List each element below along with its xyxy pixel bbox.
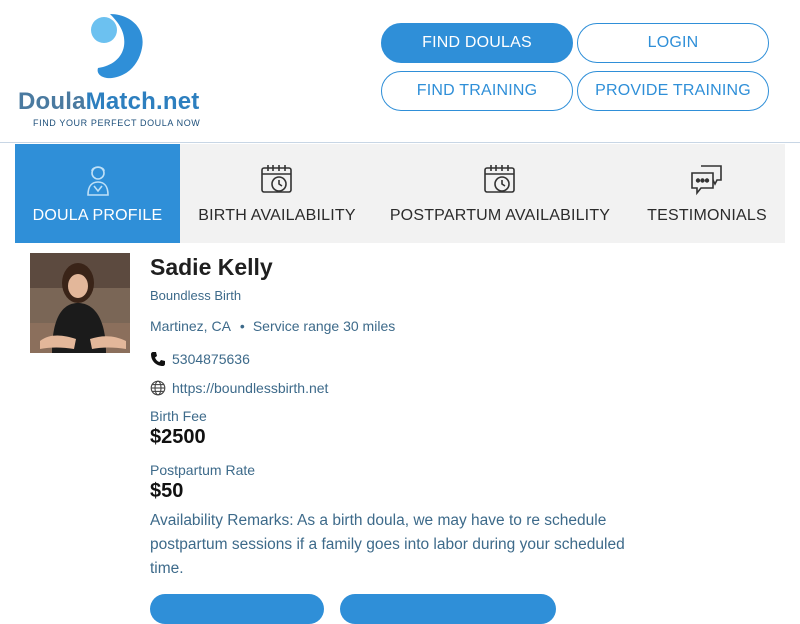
birth-fee-label: Birth Fee	[150, 408, 207, 424]
tab-birth-availability[interactable]: BIRTH AVAILABILITY	[190, 144, 364, 243]
tab-label: POSTPARTUM AVAILABILITY	[389, 207, 611, 224]
find-doulas-button[interactable]: FIND DOULAS	[381, 23, 573, 63]
website-row[interactable]: https://boundlessbirth.net	[150, 380, 328, 396]
calendar-clock-icon	[261, 165, 292, 193]
phone-row[interactable]: 5304875636	[150, 351, 250, 367]
calendar-clock-icon	[484, 165, 515, 193]
globe-icon	[150, 380, 166, 396]
separator-dot: •	[239, 318, 245, 334]
doula-organization: Boundless Birth	[150, 288, 242, 303]
tab-label: TESTIMONIALS	[647, 207, 767, 224]
request-button[interactable]	[340, 594, 556, 624]
service-range-text: Service range 30 miles	[252, 318, 396, 334]
postpartum-rate-value: $50	[150, 480, 184, 502]
tab-testimonials[interactable]: TESTIMONIALS	[641, 144, 773, 243]
location-text: Martinez, CA	[150, 318, 231, 334]
doula-name: Sadie Kelly	[150, 254, 273, 280]
site-logo[interactable]: DoulaMatch.net FIND YOUR PERFECT DOULA N…	[14, 10, 224, 132]
profile-tabs: DOULA PROFILE BIRTH AVAILABILITY POSTPAR…	[15, 144, 785, 243]
postpartum-rate-label: Postpartum Rate	[150, 462, 256, 478]
doula-person-icon	[86, 166, 109, 196]
tab-postpartum-availability[interactable]: POSTPARTUM AVAILABILITY	[387, 144, 613, 243]
login-button[interactable]: LOGIN	[577, 23, 769, 63]
chat-bubbles-icon	[691, 165, 722, 196]
site-header: DoulaMatch.net FIND YOUR PERFECT DOULA N…	[0, 0, 800, 143]
website-link[interactable]: https://boundlessbirth.net	[172, 380, 328, 396]
logo-mark-icon	[91, 14, 143, 79]
find-training-button[interactable]: FIND TRAINING	[381, 71, 573, 111]
birth-fee-value: $2500	[150, 426, 206, 448]
logo-wordmark: DoulaMatch.net	[18, 88, 200, 115]
contact-button[interactable]	[150, 594, 324, 624]
availability-remarks: Availability Remarks: As a birth doula, …	[150, 512, 625, 577]
doula-photo	[30, 253, 130, 353]
location-row: Martinez, CA • Service range 30 miles	[150, 318, 395, 334]
provide-training-button[interactable]: PROVIDE TRAINING	[577, 71, 769, 111]
tab-label: BIRTH AVAILABILITY	[198, 207, 356, 224]
logo-tagline: FIND YOUR PERFECT DOULA NOW	[33, 118, 201, 128]
phone-icon	[151, 352, 165, 366]
tab-label: DOULA PROFILE	[32, 207, 163, 224]
doula-photo-image	[30, 253, 130, 353]
phone-number[interactable]: 5304875636	[172, 351, 250, 367]
tab-doula-profile[interactable]: DOULA PROFILE	[15, 144, 180, 243]
